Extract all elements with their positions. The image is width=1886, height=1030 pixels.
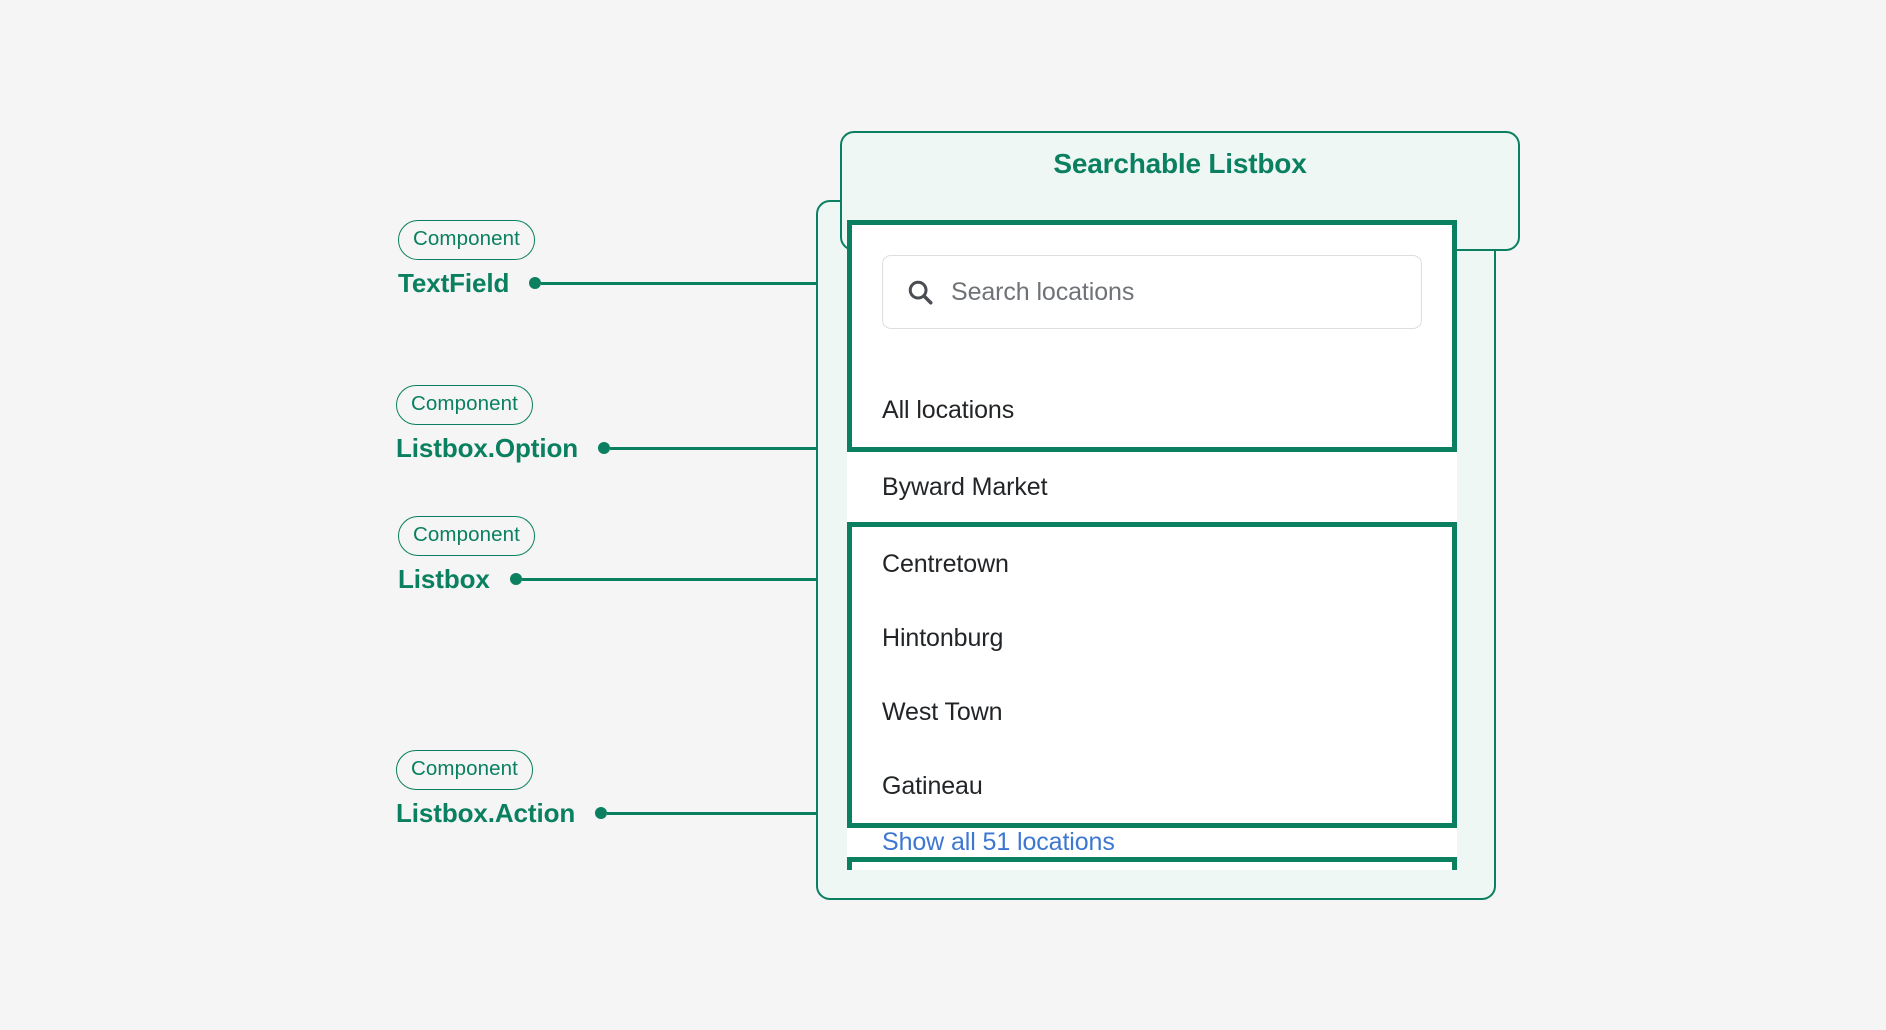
connector-line (521, 578, 822, 581)
connector-dot (509, 573, 522, 586)
component-badge: Component (398, 220, 535, 260)
list-item-label: Hintonburg (882, 623, 1004, 652)
connector-dot (529, 277, 542, 290)
connector-listbox (509, 573, 822, 586)
listbox-action-tail (852, 862, 1452, 870)
list-item-label: West Town (882, 697, 1003, 726)
list-item-annotated[interactable]: Byward Market (847, 447, 1457, 527)
diagram-canvas: Component TextField Component Listbox.Op… (0, 0, 1886, 1030)
search-placeholder: Search locations (951, 277, 1135, 306)
annotation-textfield: Component TextField (398, 220, 840, 299)
annotation-row: TextField (398, 267, 840, 299)
annotation-row: Listbox.Option (396, 432, 833, 464)
connector-textfield (529, 277, 840, 290)
list-item[interactable]: All locations (852, 373, 1452, 447)
annotation-row: Listbox (398, 563, 822, 595)
annotation-row: Listbox.Action (396, 797, 832, 829)
annotation-label-listbox-option: Listbox.Option (396, 432, 579, 463)
annotation-label-textfield: TextField (398, 267, 510, 298)
listbox-inner: Search locations All locations Byward Ma… (847, 225, 1457, 870)
list-item-label: Centretown (882, 549, 1009, 578)
component-badge: Component (396, 385, 533, 425)
list-item[interactable]: Gatineau (852, 749, 1452, 823)
listbox-action[interactable]: Show all 51 locations (847, 823, 1457, 862)
list-item[interactable]: West Town (852, 675, 1452, 749)
show-all-locations-link: Show all 51 locations (882, 828, 1115, 856)
list-item[interactable]: Hintonburg (852, 601, 1452, 675)
connector-line (607, 812, 832, 815)
connector-dot (595, 807, 608, 820)
connector-line (541, 282, 840, 285)
connector-listbox-option (598, 442, 833, 455)
connector-dot (598, 442, 611, 455)
annotation-listbox: Component Listbox (398, 516, 822, 594)
listbox-component: Search locations All locations Byward Ma… (847, 220, 1457, 870)
page-title: Searchable Listbox (1053, 148, 1307, 179)
search-zone: Search locations (852, 225, 1452, 373)
list-item-label: All locations (882, 395, 1015, 424)
list-item[interactable]: Centretown (852, 527, 1452, 601)
list-item-label: Gatineau (882, 771, 983, 800)
component-badge: Component (398, 516, 535, 556)
annotation-label-listbox-action: Listbox.Action (396, 797, 576, 828)
annotation-listbox-action: Component Listbox.Action (396, 750, 832, 829)
connector-listbox-action (595, 807, 832, 820)
search-icon (908, 280, 933, 305)
annotation-listbox-option: Component Listbox.Option (396, 385, 833, 464)
list-item-label: Byward Market (882, 472, 1048, 501)
annotation-label-listbox: Listbox (398, 563, 490, 594)
component-badge: Component (396, 750, 533, 790)
connector-line (610, 447, 833, 450)
search-input[interactable]: Search locations (882, 255, 1422, 329)
